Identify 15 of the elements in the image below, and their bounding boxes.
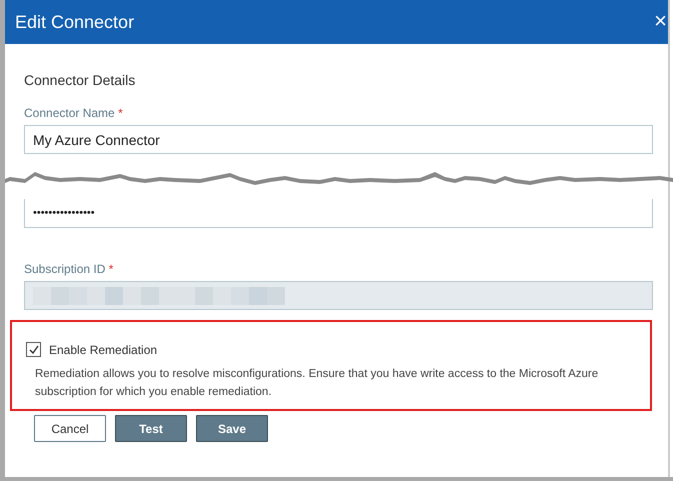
connector-name-field[interactable]: My Azure Connector	[24, 125, 653, 154]
required-mark: *	[118, 106, 123, 120]
action-button[interactable]: Save	[196, 415, 268, 442]
close-button[interactable]: ×	[654, 10, 667, 34]
dialog-title: Edit Connector	[15, 12, 134, 32]
action-button[interactable]: Test	[115, 415, 187, 442]
remediation-description: Remediation allows you to resolve misconfigurations. Ensure that you have write access to the Microsoft Azure subscription for which you enable remediation.	[35, 367, 600, 400]
cancel-button[interactable]: Cancel	[34, 415, 106, 442]
section-heading: Connector Details	[23, 72, 136, 88]
field-label: Subscription ID	[24, 262, 106, 276]
required-mark: *	[108, 262, 114, 276]
password-field[interactable]: ••••••••••••••••	[24, 199, 653, 228]
field-label: Connector Name	[24, 106, 115, 120]
checkbox-label: Enable Remediation	[49, 342, 158, 356]
checkbox[interactable]	[26, 342, 41, 357]
